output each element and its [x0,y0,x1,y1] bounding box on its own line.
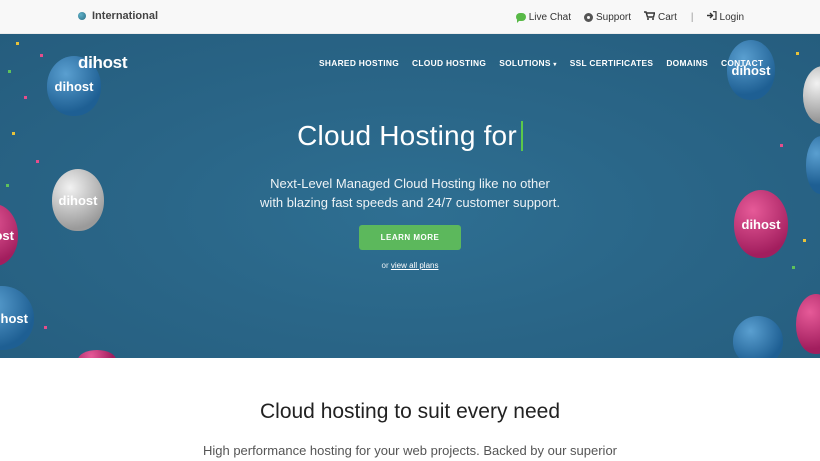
login-label: Login [719,11,744,23]
learn-more-button[interactable]: LEARN MORE [359,225,461,250]
utility-links: Live Chat Support Cart | Login [503,11,744,23]
hero-subtitle: Next-Level Managed Cloud Hosting like no… [0,174,820,212]
balloon [796,294,820,354]
support-label: Support [595,11,632,23]
confetti-piece [803,239,806,242]
balloon [803,66,820,124]
support-link[interactable]: Support [583,11,632,23]
chat-icon [515,13,526,23]
confetti-piece [796,52,799,55]
section-title: Cloud hosting to suit every need [259,400,561,423]
nav-solutions[interactable]: SOLUTIONS ▾ [499,58,557,68]
hero-title-text: Cloud Hosting for [297,120,517,151]
support-icon [583,12,593,22]
view-all-plans-link[interactable]: view all plans [391,261,439,270]
hero-subtitle-line-2: with blazing fast speeds and 24/7 custom… [260,195,560,210]
hero-section: dihost dihost dihost dihost dihost dihos… [0,34,820,358]
section-text: High performance hosting for your web pr… [202,443,618,458]
hero-title: Cloud Hosting for [0,120,820,152]
region-selector[interactable]: International [78,10,158,22]
confetti-piece [24,96,27,99]
nav-ssl-certificates[interactable]: SSL CERTIFICATES [570,58,654,68]
globe-icon [78,12,86,20]
region-label: International [92,10,159,22]
live-chat-label: Live Chat [528,11,571,23]
balloon-logo: dihost [0,204,18,266]
login-icon [706,11,717,23]
cart-icon [644,11,656,23]
hero-subtitle-line-1: Next-Level Managed Cloud Hosting like no… [270,176,550,191]
chevron-down-icon: ▾ [553,62,557,68]
main-nav: SHARED HOSTING CLOUD HOSTING SOLUTIONS ▾… [319,58,776,68]
confetti-piece [36,160,39,163]
balloon-logo: dihost [727,40,775,100]
nav-contact[interactable]: CONTACT [721,58,763,68]
nav-domains[interactable]: DOMAINS [666,58,708,68]
site-logo[interactable]: dihost [78,53,128,73]
separator: | [690,11,694,23]
balloon [733,316,783,358]
or-text: or [381,261,389,270]
balloon-logo: dihost [0,286,34,350]
confetti-piece [40,54,43,57]
cart-label: Cart [658,11,677,23]
nav-cloud-hosting[interactable]: CLOUD HOSTING [412,58,486,68]
nav-shared-hosting[interactable]: SHARED HOSTING [319,58,399,68]
login-link[interactable]: Login [706,11,744,23]
typing-cursor [520,121,523,151]
live-chat-link[interactable]: Live Chat [515,11,571,23]
confetti-piece [8,70,11,73]
plans-link-line: or view all plans [0,261,820,270]
top-utility-bar: International Live Chat Support Cart | L… [0,0,820,34]
nav-solutions-label: SOLUTIONS [499,58,551,68]
confetti-piece [44,326,47,329]
cart-link[interactable]: Cart [644,11,677,23]
balloon [78,350,116,358]
confetti-piece [16,42,19,45]
